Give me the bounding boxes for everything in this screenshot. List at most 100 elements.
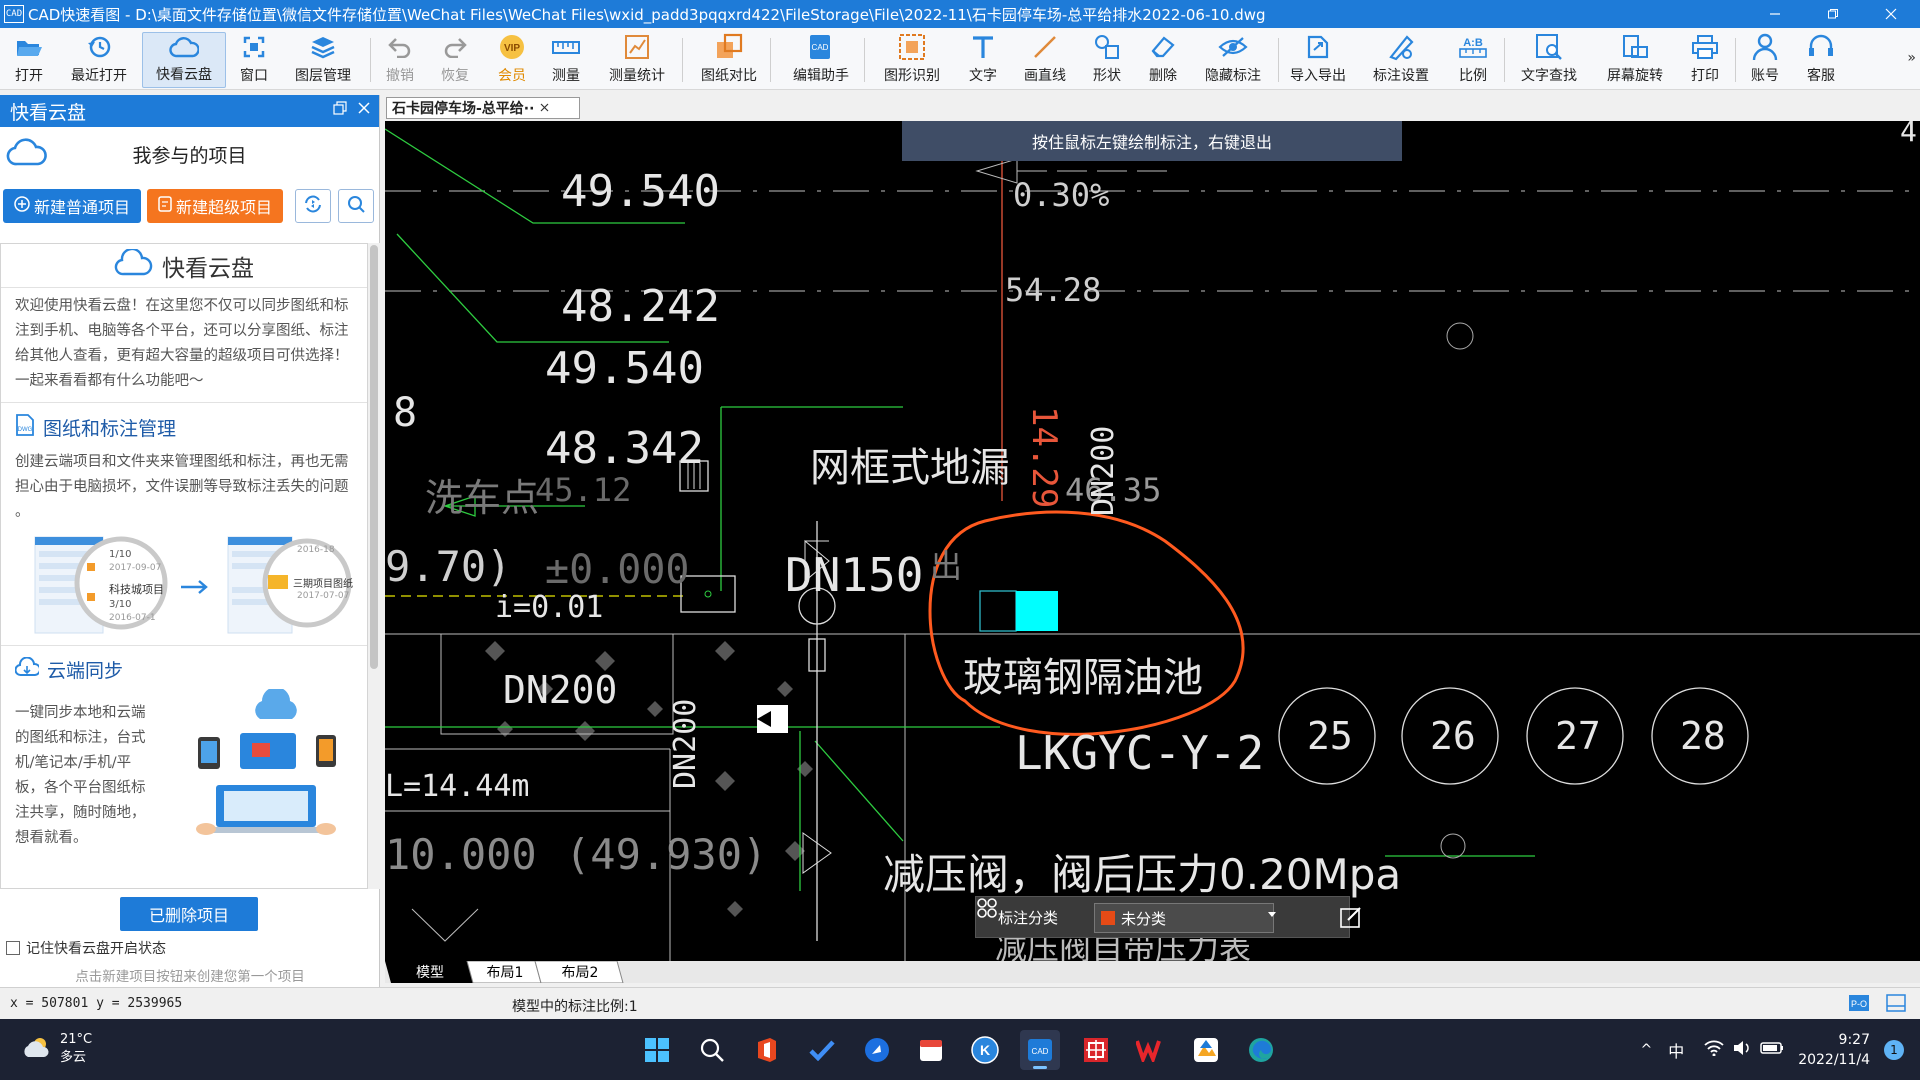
measure-button[interactable]: 测量 [548, 32, 584, 88]
print-button[interactable]: 打印 [1688, 32, 1722, 88]
compare-button[interactable]: 图纸对比 [698, 32, 760, 88]
document-tab[interactable]: 石卡园停车场-总平给·· [386, 97, 580, 119]
tab-layout1[interactable]: 布局1 [471, 961, 539, 983]
restore-button[interactable] [1804, 0, 1862, 28]
delete-button[interactable]: 删除 [1146, 32, 1180, 88]
svg-text:(49.930): (49.930) [565, 830, 767, 879]
panel-scrollbar[interactable] [368, 243, 380, 889]
new-super-project-button[interactable]: 新建超级项目 [147, 189, 283, 223]
redo-button[interactable]: 恢复 [437, 32, 473, 88]
customer-service-button[interactable]: 客服 [1804, 32, 1838, 88]
system-clock[interactable]: 9:27 2022/11/4 [1798, 1030, 1870, 1070]
photo-app-icon[interactable] [1186, 1030, 1226, 1070]
recent-button[interactable]: 最近打开 [64, 32, 134, 88]
notification-badge[interactable]: 1 [1884, 1039, 1904, 1060]
drawing-canvas[interactable]: 49.540 48.242 49.540 48.342 54.28 0.30% … [385, 121, 1920, 961]
svg-text:±0.000: ±0.000 [545, 547, 690, 593]
line-icon [1030, 32, 1060, 62]
chevron-up-icon[interactable]: ^ [1640, 1042, 1652, 1058]
red-app-icon[interactable] [1076, 1030, 1116, 1070]
k-app-icon[interactable]: K [965, 1030, 1005, 1070]
minimize-button[interactable] [1746, 0, 1804, 28]
office-icon[interactable] [747, 1030, 787, 1070]
undo-button[interactable]: 撤销 [382, 32, 418, 88]
document-tab-bar: 石卡园停车场-总平给·· [383, 95, 1920, 121]
vip-button[interactable]: VIP 会员 [494, 32, 530, 88]
ime-indicator[interactable]: 中 [1668, 1038, 1684, 1062]
title-bar: CAD CAD快速看图 - D:\桌面文件存储位置\微信文件存储位置\WeCha… [0, 0, 1920, 28]
scale-icon: A:B [1458, 32, 1488, 62]
panel-toggle-icon[interactable] [1886, 994, 1906, 1016]
edit-assistant-button[interactable]: CAD 编辑助手 [790, 32, 852, 88]
svg-text:DN200: DN200 [1086, 426, 1121, 516]
rotate-screen-button[interactable]: 屏幕旋转 [1604, 32, 1666, 88]
svg-text:网框式地漏: 网框式地漏 [810, 445, 1010, 491]
plus-icon [14, 196, 30, 216]
search-icon[interactable] [692, 1030, 732, 1070]
tab-model[interactable]: 模型 [391, 961, 469, 983]
panel-float-icon[interactable] [333, 101, 347, 119]
sync-button[interactable] [295, 189, 331, 223]
search-button[interactable] [338, 189, 374, 223]
dwg-file-icon: DWG [15, 413, 35, 442]
text-button[interactable]: 文字 [966, 32, 1000, 88]
svg-text:25: 25 [1307, 714, 1353, 758]
cloud-icon [169, 33, 199, 61]
account-button[interactable]: 账号 [1748, 32, 1782, 88]
checkbox-box[interactable] [6, 941, 20, 955]
cad-app-icon[interactable]: CAD [1020, 1030, 1060, 1070]
cloud-icon [114, 247, 154, 283]
close-button[interactable] [1862, 0, 1920, 28]
arrow-app-icon[interactable] [857, 1030, 897, 1070]
wps-icon[interactable] [1131, 1030, 1171, 1070]
vip-icon: VIP [497, 32, 527, 62]
svg-text:K: K [980, 1042, 990, 1058]
account-icon [1750, 32, 1780, 62]
open-button[interactable]: 打开 [6, 32, 52, 88]
system-tray: ^ 中 9:27 2022/11/4 1 [1640, 1019, 1920, 1080]
windows-taskbar: 21°C 多云 K CAD ^ 中 9:27 2022/11/4 1 [0, 1019, 1920, 1080]
snap-toggle-icon[interactable]: P-O [1848, 994, 1870, 1016]
shape-button[interactable]: 形状 [1090, 32, 1124, 88]
layer-manager-button[interactable]: 图层管理 [288, 32, 358, 88]
cloudy-weather-icon [20, 1035, 52, 1063]
svg-text:L=14.44m: L=14.44m [385, 769, 530, 804]
annotation-category-select[interactable]: 未分类 [1094, 903, 1276, 933]
text-search-button[interactable]: 文字查找 [1518, 32, 1580, 88]
weather-widget[interactable]: 21°C 多云 [20, 1031, 92, 1067]
measure-stats-button[interactable]: 测量统计 [606, 32, 668, 88]
cloud-sync-text: 一键同步本地和云端的图纸和标注，台式机/笔记本/手机/平板，各个平台图纸标注共享… [15, 705, 146, 846]
wifi-icon[interactable] [1704, 1040, 1724, 1060]
remember-state-checkbox[interactable]: 记住快看云盘开启状态 [6, 938, 166, 958]
compare-icon [714, 32, 744, 62]
draw-line-button[interactable]: 画直线 [1020, 32, 1070, 88]
battery-icon[interactable] [1760, 1041, 1784, 1059]
svg-text:LKGYC-Y-2: LKGYC-Y-2 [1015, 726, 1264, 780]
edge-icon[interactable] [1241, 1030, 1281, 1070]
layout-tab-bar: 模型 布局1 布局2 [385, 961, 1920, 983]
headset-icon [1806, 32, 1836, 62]
tab-close-icon[interactable] [540, 100, 549, 116]
window-button[interactable]: 窗口 [234, 32, 274, 88]
panel-close-icon[interactable] [357, 101, 371, 119]
svg-text:26: 26 [1430, 714, 1476, 758]
panel-header: 快看云盘 [0, 95, 379, 127]
cloud-disk-button[interactable]: 快看云盘 [142, 32, 226, 88]
hide-annotation-button[interactable]: 隐藏标注 [1202, 32, 1264, 88]
shape-recognize-button[interactable]: 图形识别 [881, 32, 943, 88]
start-icon[interactable] [637, 1030, 677, 1070]
tab-layout2[interactable]: 布局2 [541, 961, 619, 983]
new-project-button[interactable]: 新建普通项目 [3, 189, 141, 223]
import-export-button[interactable]: 导入导出 [1286, 32, 1350, 88]
annotation-settings-button[interactable]: 标注设置 [1370, 32, 1432, 88]
deleted-projects-button[interactable]: 已删除项目 [120, 897, 258, 931]
calendar-app-icon[interactable] [911, 1030, 951, 1070]
annotation-toolbar: 标注分类 未分类 [975, 896, 1361, 938]
intro-scroll-area[interactable]: 快看云盘 欢迎使用快看云盘！在这里您不仅可以同步图纸和标注到手机、电脑等各个平台… [0, 243, 368, 889]
category-color-swatch [1101, 911, 1115, 925]
scale-button[interactable]: A:B 比例 [1456, 32, 1490, 88]
todo-icon[interactable] [802, 1030, 842, 1070]
toolbar-overflow-button[interactable]: » [1907, 50, 1916, 66]
svg-text:54.28: 54.28 [1005, 271, 1101, 309]
speaker-icon[interactable] [1732, 1040, 1752, 1060]
